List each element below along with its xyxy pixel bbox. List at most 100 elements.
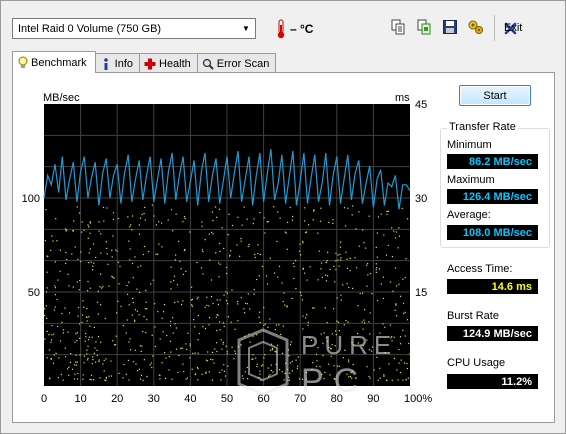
access-time-point	[118, 372, 120, 374]
access-time-point	[194, 373, 196, 376]
access-time-point	[186, 348, 188, 350]
access-time-point	[376, 256, 378, 258]
access-time-point	[185, 378, 187, 380]
access-time-point	[163, 311, 165, 313]
access-time-point	[164, 304, 166, 306]
access-time-point	[226, 292, 228, 294]
access-time-point	[92, 356, 94, 358]
access-time-point	[191, 286, 193, 288]
access-time-point	[122, 325, 124, 327]
access-time-point	[53, 309, 55, 311]
access-time-point	[159, 338, 161, 340]
options-button[interactable]	[465, 16, 487, 38]
access-time-point	[340, 294, 342, 296]
access-time-point	[240, 296, 242, 299]
access-time-point	[219, 263, 221, 265]
access-time-point	[334, 281, 336, 283]
access-time-point	[81, 321, 83, 323]
access-time-point	[132, 361, 134, 363]
tab-info[interactable]: Info	[94, 53, 140, 73]
access-time-point	[91, 363, 93, 365]
y-right-tick-label: 45	[415, 99, 427, 111]
access-time-point	[56, 240, 58, 242]
access-time-point	[129, 349, 132, 351]
average-value: 108.0 MB/sec	[447, 225, 538, 240]
access-time-point	[216, 216, 218, 218]
access-time-point	[45, 305, 47, 307]
access-time-point	[128, 281, 130, 283]
access-time-point	[105, 379, 107, 381]
access-time-point	[44, 239, 46, 242]
access-time-point	[92, 359, 94, 361]
access-time-point	[82, 378, 84, 380]
access-time-point	[352, 287, 354, 289]
access-time-point	[117, 261, 119, 263]
burst-rate-value: 124.9 MB/sec	[447, 326, 538, 341]
access-time-point	[326, 322, 328, 324]
access-time-point	[95, 256, 97, 259]
access-time-point	[100, 273, 102, 275]
access-time-point	[286, 305, 288, 307]
drive-select[interactable]: Intel Raid 0 Volume (750 GB) ▼	[12, 18, 256, 39]
drive-select-value: Intel Raid 0 Volume (750 GB)	[18, 22, 162, 35]
access-time-point	[86, 320, 88, 322]
copy-screenshot-button[interactable]	[413, 16, 435, 38]
access-time-point	[396, 315, 398, 317]
access-time-point	[144, 308, 147, 310]
access-time-point	[112, 276, 114, 278]
access-time-point	[338, 265, 340, 267]
access-time-point	[383, 234, 385, 236]
access-time-point	[320, 262, 323, 264]
access-time-point	[263, 217, 265, 219]
access-time-point	[134, 319, 136, 321]
tab-error-scan[interactable]: Error Scan	[196, 53, 277, 73]
access-time-point	[132, 301, 134, 304]
access-time-point	[110, 375, 113, 377]
access-time-point	[74, 373, 76, 375]
start-button[interactable]: Start	[459, 85, 531, 106]
access-time-point	[92, 379, 95, 381]
access-time-point	[140, 350, 142, 352]
access-time-point	[333, 308, 335, 310]
access-time-point	[112, 340, 114, 342]
access-time-point	[301, 299, 303, 301]
access-time-point	[77, 372, 79, 375]
temperature-display: – °C	[276, 17, 313, 41]
chevron-down-icon[interactable]: ▼	[237, 19, 255, 38]
access-time-point	[46, 271, 48, 273]
access-time-point	[88, 316, 90, 318]
access-time-point	[248, 243, 250, 246]
access-time-point	[351, 214, 353, 216]
access-time-point	[75, 361, 77, 363]
access-time-point	[75, 364, 78, 366]
access-time-point	[142, 253, 145, 256]
access-time-point	[177, 371, 179, 373]
access-time-point	[175, 327, 177, 329]
access-time-point	[211, 231, 213, 233]
access-time-point	[141, 345, 143, 347]
exit-button[interactable]: Exit	[504, 17, 522, 39]
access-time-point	[256, 278, 258, 281]
access-time-point	[166, 334, 168, 337]
access-time-point	[252, 223, 254, 225]
access-time-point	[87, 280, 89, 283]
access-time-point	[126, 285, 128, 287]
access-time-point	[87, 357, 89, 359]
access-time-point	[221, 369, 223, 371]
access-time-point	[108, 375, 110, 377]
access-time-point	[177, 301, 179, 303]
access-time-point	[54, 261, 56, 263]
tab-benchmark[interactable]: Benchmark	[12, 51, 96, 73]
access-time-point	[120, 305, 122, 307]
access-time-point	[172, 230, 174, 232]
access-time-point	[222, 322, 225, 324]
access-time-point	[335, 252, 337, 254]
copy-info-button[interactable]	[387, 16, 409, 38]
access-time-point	[180, 268, 182, 270]
access-time-point	[337, 259, 339, 261]
access-time-point	[100, 252, 102, 254]
save-button[interactable]	[439, 16, 461, 38]
access-time-point	[54, 294, 56, 296]
tab-health[interactable]: Health	[139, 53, 198, 73]
access-time-point	[137, 370, 139, 372]
